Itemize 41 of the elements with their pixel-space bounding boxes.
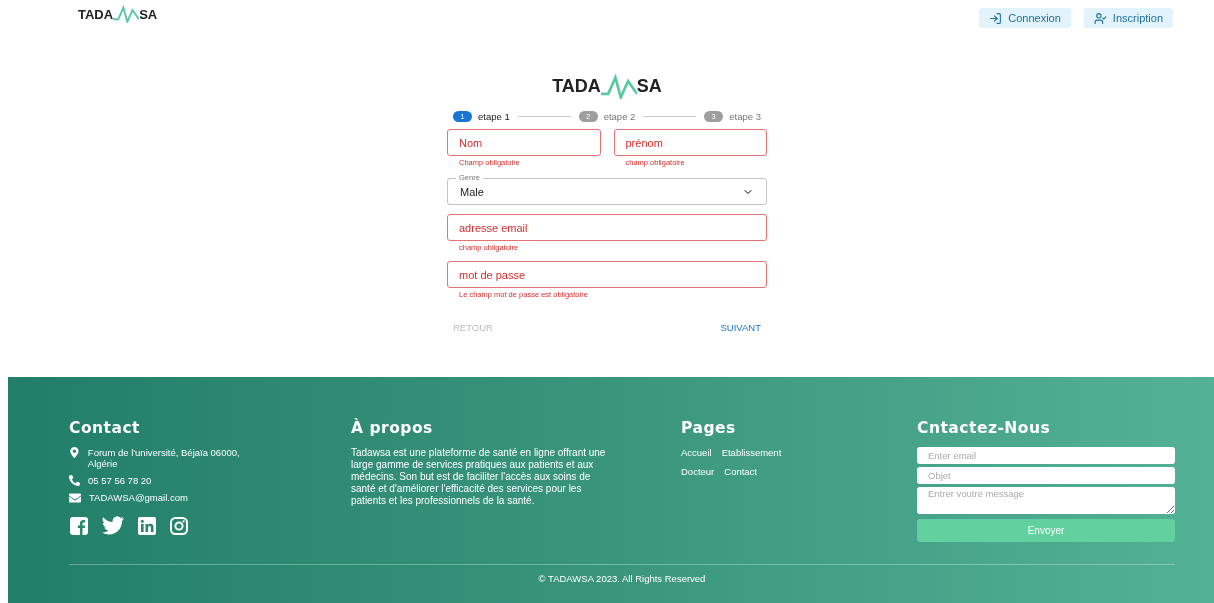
envelope-icon — [69, 492, 81, 504]
section-heading: Pages — [681, 419, 737, 437]
message-field[interactable]: Entrer voutre message — [917, 487, 1175, 514]
linkedin-icon[interactable] — [137, 516, 157, 536]
contact-text: 05 57 56 78 20 — [88, 475, 152, 486]
signup-button[interactable]: Inscription — [1083, 8, 1173, 28]
text-field[interactable]: prénom — [613, 129, 767, 157]
logo: TADA SA — [78, 5, 158, 24]
email-field[interactable]: Enter email — [917, 447, 1175, 464]
section-heading: Contact — [69, 419, 142, 437]
page-link[interactable]: Contact — [724, 466, 757, 477]
facebook-icon[interactable] — [69, 516, 89, 536]
step-label: etape 3 — [729, 111, 761, 123]
contact-text: Forum de l'université, Béjaïa 06000, Algérie — [87, 447, 241, 469]
send-button[interactable]: Envoyer — [917, 519, 1175, 542]
subject-field[interactable]: Objet — [917, 467, 1175, 484]
about-text: Tadawsa est une plateforme de santé en ligne offrant une large gamme de services pratiques aux patients et aux médecins. Son but est de faciliter l'accès aux soins de santé et d'améliorer l'efficacité des services pour les patients et les professionnels de la santé. — [351, 447, 607, 507]
bird-icon[interactable] — [101, 516, 125, 536]
login-button[interactable]: Connexion — [979, 8, 1071, 28]
page-link[interactable]: Etablissement — [721, 447, 782, 458]
wave-icon — [113, 5, 140, 24]
camera-icon[interactable] — [169, 516, 189, 536]
text-field[interactable]: adresse email — [447, 214, 767, 242]
page-link[interactable]: Docteur — [681, 466, 715, 477]
location-pin-icon — [69, 447, 80, 458]
select-value: Male — [460, 185, 484, 198]
step-label: etape 1 — [478, 111, 510, 123]
login-icon — [989, 11, 1003, 25]
logo: TADA SA — [552, 74, 662, 100]
next-button[interactable]: SUIVANT — [720, 322, 761, 334]
text-field[interactable]: Nom — [447, 129, 601, 157]
phone-icon — [69, 475, 80, 486]
step-label: etape 2 — [603, 111, 636, 123]
user-icon — [1093, 11, 1107, 25]
page-link[interactable]: Accueil — [681, 447, 712, 458]
contact-text: TADAWSA@gmail.com — [89, 492, 188, 503]
text-field[interactable]: mot de passe — [447, 261, 767, 289]
copyright-text: © TADAWSA 2023. All Rights Reserved — [537, 573, 707, 584]
section-heading: Cntactez-Nous — [917, 419, 1052, 437]
section-heading: À propos — [351, 419, 434, 437]
wave-icon — [600, 74, 637, 100]
